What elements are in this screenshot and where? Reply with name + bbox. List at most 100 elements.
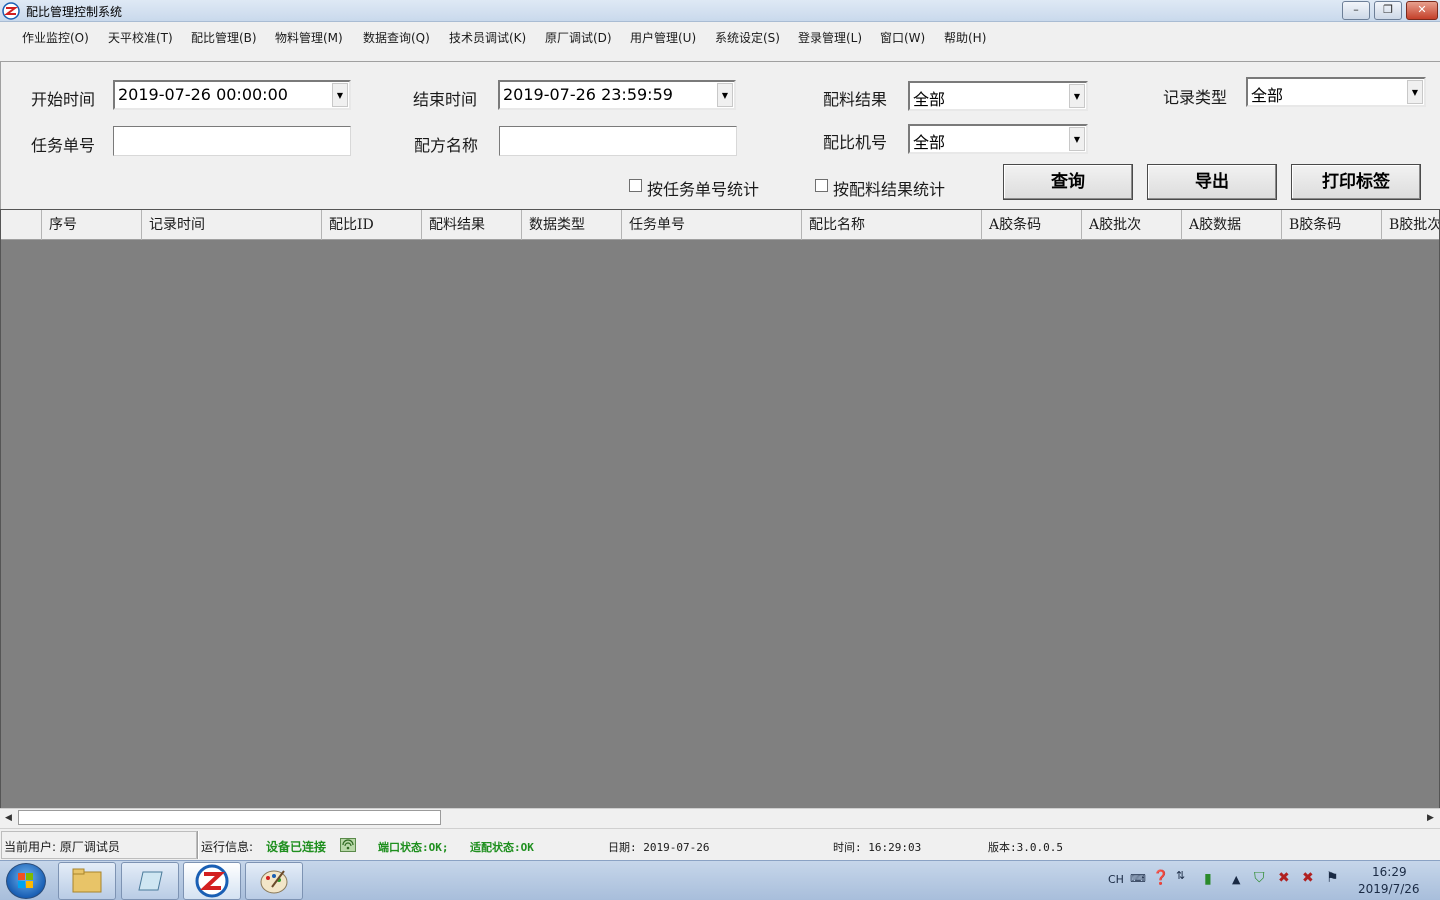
notebook-icon xyxy=(138,871,163,891)
end-time-value: 2019-07-26 23:59:59 xyxy=(503,85,673,104)
task-no-label: 任务单号 xyxy=(31,136,96,155)
volume-muted-icon[interactable]: ✖ xyxy=(1278,870,1290,886)
result-label: 配料结果 xyxy=(823,90,888,109)
menu-system-settings[interactable]: 系统设定(S) xyxy=(715,29,780,46)
menu-material-management[interactable]: 物料管理(M) xyxy=(275,29,343,46)
paint-palette-icon xyxy=(260,870,288,894)
result-value: 全部 xyxy=(913,90,946,109)
row-header-corner xyxy=(1,210,42,240)
status-version: 版本:3.0.0.5 xyxy=(988,841,1063,854)
col-header-a-barcode[interactable]: A胶条码 xyxy=(982,210,1082,240)
query-panel: 开始时间 2019-07-26 00:00:00 ▼ 结束时间 2019-07-… xyxy=(0,61,1440,209)
device-connected-icon xyxy=(340,838,356,852)
scroll-right-icon[interactable]: ▶ xyxy=(1422,810,1439,826)
end-time-picker[interactable]: 2019-07-26 23:59:59 ▼ xyxy=(498,80,736,110)
action-center-icon[interactable]: ⚑ xyxy=(1326,870,1339,886)
clock-date[interactable]: 2019/7/26 xyxy=(1358,882,1420,896)
col-header-b-batch[interactable]: B胶批次 xyxy=(1382,210,1439,240)
result-dropdown-icon[interactable]: ▼ xyxy=(1069,84,1085,108)
col-header-b-barcode[interactable]: B胶条码 xyxy=(1282,210,1382,240)
start-time-value: 2019-07-26 00:00:00 xyxy=(118,85,288,104)
folder-icon xyxy=(72,868,102,893)
result-select[interactable]: 全部 ▼ xyxy=(908,81,1088,111)
menu-window[interactable]: 窗口(W) xyxy=(880,29,925,46)
by-task-checkbox[interactable]: 按任务单号统计 xyxy=(629,176,779,199)
end-time-label: 结束时间 xyxy=(413,90,478,109)
col-header-a-batch[interactable]: A胶批次 xyxy=(1082,210,1182,240)
col-header-ratio-name[interactable]: 配比名称 xyxy=(802,210,982,240)
start-time-dropdown-icon[interactable]: ▼ xyxy=(332,83,348,107)
menu-help[interactable]: 帮助(H) xyxy=(944,29,986,46)
col-header-seq[interactable]: 序号 xyxy=(42,210,142,240)
os-taskbar: CH ⌨ ❓ ⇅ ▮ ▲ ⛉ ✖ ✖ ⚑ 16:29 2019/7/26 xyxy=(0,860,1440,900)
menu-data-query[interactable]: 数据查询(Q) xyxy=(363,29,430,46)
taskbar-notebook-app[interactable] xyxy=(121,862,179,900)
by-result-checkbox-box[interactable] xyxy=(815,179,828,192)
status-separator xyxy=(197,831,199,859)
network-error-icon[interactable]: ✖ xyxy=(1302,870,1314,886)
menu-user-management[interactable]: 用户管理(U) xyxy=(630,29,696,46)
task-no-input[interactable] xyxy=(113,126,351,156)
by-result-checkbox-label: 按配料结果统计 xyxy=(833,180,946,199)
menu-balance-calibration[interactable]: 天平校准(T) xyxy=(108,29,173,46)
battery-icon[interactable]: ▮ xyxy=(1204,871,1212,887)
taskbar-ratio-app[interactable] xyxy=(183,862,241,900)
port-status: 端口状态:OK; xyxy=(378,841,449,854)
start-time-label: 开始时间 xyxy=(31,90,96,109)
col-header-ratio-id[interactable]: 配比ID xyxy=(322,210,422,240)
recipe-name-input[interactable] xyxy=(499,126,737,156)
menu-technician-debug[interactable]: 技术员调试(K) xyxy=(449,29,526,46)
end-time-dropdown-icon[interactable]: ▼ xyxy=(717,83,733,107)
record-type-label: 记录类型 xyxy=(1163,88,1228,107)
col-header-record-time[interactable]: 记录时间 xyxy=(142,210,322,240)
windows-logo-icon xyxy=(18,873,33,888)
recipe-name-label: 配方名称 xyxy=(414,136,479,155)
close-button[interactable]: ✕ xyxy=(1406,1,1438,20)
lang-indicator[interactable]: CH xyxy=(1108,873,1124,886)
machine-no-dropdown-icon[interactable]: ▼ xyxy=(1069,127,1085,151)
export-button[interactable]: 导出 xyxy=(1147,164,1277,200)
clock-time[interactable]: 16:29 xyxy=(1372,865,1407,879)
taskbar-file-explorer[interactable] xyxy=(58,862,116,900)
col-header-data-type[interactable]: 数据类型 xyxy=(522,210,622,240)
col-header-a-data[interactable]: A胶数据 xyxy=(1182,210,1282,240)
menu-factory-debug[interactable]: 原厂调试(D) xyxy=(545,29,612,46)
by-task-checkbox-box[interactable] xyxy=(629,179,642,192)
status-date: 日期: 2019-07-26 xyxy=(608,841,710,854)
query-button[interactable]: 查询 xyxy=(1003,164,1133,200)
record-type-select[interactable]: 全部 ▼ xyxy=(1246,77,1426,107)
restore-button[interactable]: ❐ xyxy=(1374,1,1402,20)
scroll-left-icon[interactable]: ◀ xyxy=(0,810,17,826)
menu-login-management[interactable]: 登录管理(L) xyxy=(798,29,862,46)
start-button[interactable] xyxy=(6,863,46,899)
horizontal-scrollbar[interactable]: ◀ ▶ xyxy=(0,808,1440,826)
menu-ratio-management[interactable]: 配比管理(B) xyxy=(191,29,257,46)
show-hidden-icons[interactable]: ▲ xyxy=(1232,873,1240,886)
by-result-checkbox[interactable]: 按配料结果统计 xyxy=(815,176,965,199)
window-title: 配比管理控制系统 xyxy=(26,5,123,19)
record-type-dropdown-icon[interactable]: ▼ xyxy=(1407,80,1423,104)
col-header-result[interactable]: 配料结果 xyxy=(422,210,522,240)
current-user: 当前用户: 原厂调试员 xyxy=(4,840,120,854)
help-icon[interactable]: ❓ xyxy=(1152,870,1169,886)
menu-bar: 作业监控(O) 天平校准(T) 配比管理(B) 物料管理(M) 数据查询(Q) … xyxy=(0,23,1440,51)
ime-options-icon[interactable]: ⇅ xyxy=(1176,869,1185,882)
device-status: 设备已连接 xyxy=(266,840,327,854)
print-label-button[interactable]: 打印标签 xyxy=(1291,164,1421,200)
scroll-thumb[interactable] xyxy=(18,810,441,825)
machine-no-label: 配比机号 xyxy=(823,133,888,152)
keyboard-icon[interactable]: ⌨ xyxy=(1130,872,1146,885)
status-time: 时间: 16:29:03 xyxy=(833,841,922,854)
machine-no-value: 全部 xyxy=(913,133,946,152)
machine-no-select[interactable]: 全部 ▼ xyxy=(908,124,1088,154)
col-header-task-no[interactable]: 任务单号 xyxy=(622,210,802,240)
security-shield-icon[interactable]: ⛉ xyxy=(1254,870,1265,886)
adapt-status: 适配状态:OK xyxy=(470,841,534,854)
app-logo-icon xyxy=(2,2,20,20)
taskbar-paint-app[interactable] xyxy=(245,862,303,900)
minimize-button[interactable]: – xyxy=(1342,1,1370,20)
start-time-picker[interactable]: 2019-07-26 00:00:00 ▼ xyxy=(113,80,351,110)
menu-job-monitor[interactable]: 作业监控(O) xyxy=(22,29,89,46)
records-grid[interactable]: 序号 记录时间 配比ID 配料结果 数据类型 任务单号 配比名称 A胶条码 A胶… xyxy=(0,209,1440,826)
title-bar: 配比管理控制系统 – ❐ ✕ xyxy=(0,0,1440,22)
